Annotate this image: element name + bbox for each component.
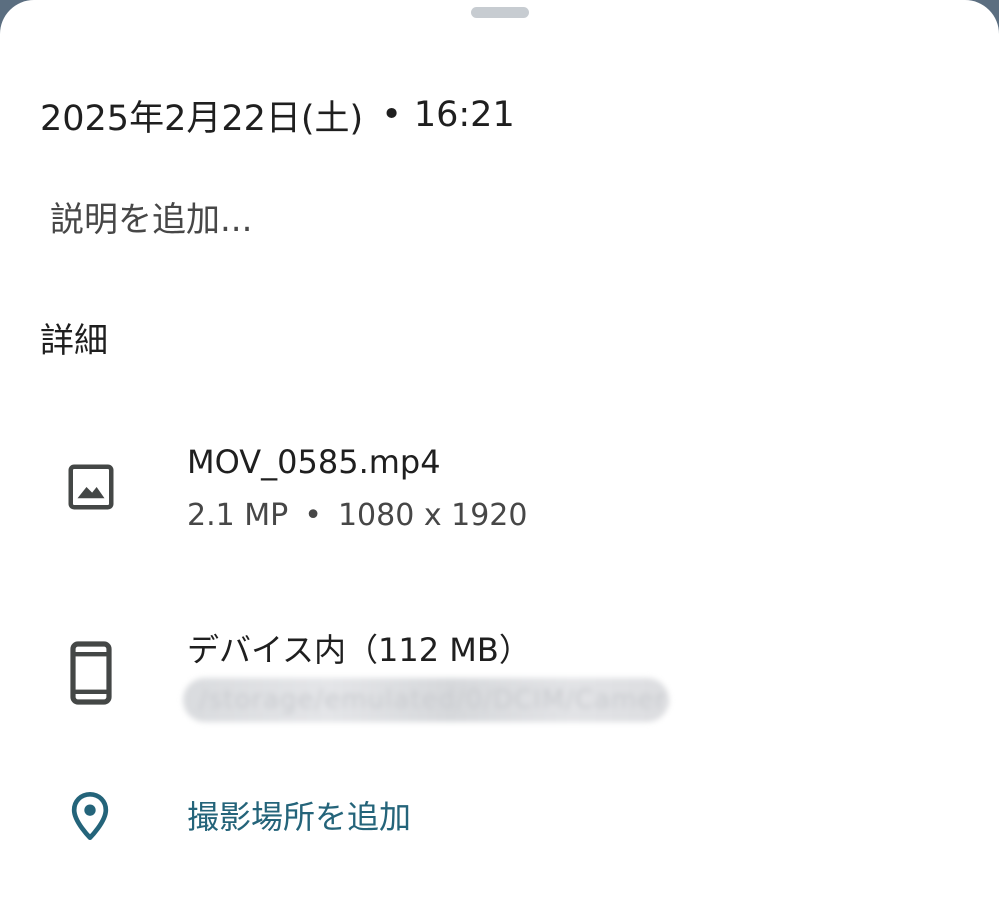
file-name: MOV_0585.mp4: [187, 443, 441, 481]
date-text: 2025年2月22日(土): [40, 98, 364, 139]
image-icon: [62, 458, 120, 516]
description-input[interactable]: 説明を追加...: [50, 192, 252, 240]
add-location-link[interactable]: 撮影場所を追加: [187, 792, 411, 838]
date-time-row[interactable]: 2025年2月22日(土) • 16:21: [40, 90, 515, 140]
location-pin-icon[interactable]: [68, 790, 112, 842]
separator-dot: •: [381, 95, 402, 135]
time-text: 16:21: [413, 95, 515, 135]
separator-dot: •: [304, 497, 322, 533]
drag-handle[interactable]: [471, 7, 529, 18]
resolution-text: 1080 x 1920: [337, 497, 528, 533]
details-section-title: 詳細: [40, 320, 108, 361]
megapixels-text: 2.1 MP: [187, 497, 289, 533]
phone-icon: [66, 640, 116, 706]
file-path-redacted: /storage/emulated/0/DCIM/Camera/MOV_0585…: [183, 678, 669, 722]
file-meta: 2.1 MP • 1080 x 1920: [187, 494, 527, 536]
storage-label: デバイス内（112 MB）: [187, 631, 531, 669]
details-bottom-sheet: 2025年2月22日(土) • 16:21 説明を追加... 詳細 MOV_05…: [0, 0, 999, 923]
